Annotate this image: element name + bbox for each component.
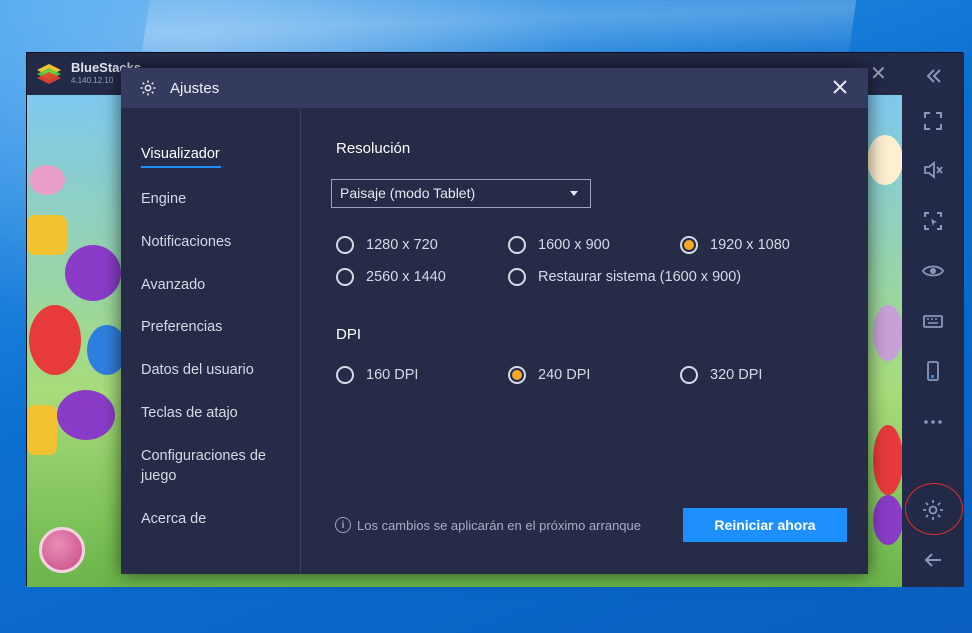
radio-button-selected — [508, 366, 526, 384]
restart-now-button[interactable]: Reiniciar ahora — [683, 508, 847, 542]
radio-label: Restaurar sistema (1600 x 900) — [538, 269, 742, 285]
nav-item-acerca-de[interactable]: Acerca de — [141, 509, 291, 529]
candy-decoration — [873, 425, 902, 495]
candy-decoration — [873, 495, 902, 545]
dialog-header: Ajustes — [121, 68, 868, 108]
nav-item-configuraciones-juego[interactable]: Configuraciones de juego — [141, 446, 281, 486]
radio-button — [336, 236, 354, 254]
notice-text: Los cambios se aplicarán en el próximo a… — [357, 517, 641, 533]
screenshot-select-icon[interactable] — [920, 208, 946, 234]
nav-item-visualizador[interactable]: Visualizador — [141, 144, 291, 168]
dialog-title: Ajustes — [170, 80, 220, 97]
radio-label: 240 DPI — [538, 367, 591, 383]
radio-button — [680, 366, 698, 384]
settings-nav: Visualizador Engine Notificaciones Avanz… — [121, 108, 301, 574]
back-arrow-icon[interactable] — [920, 547, 946, 573]
orientation-select-value: Paisaje (modo Tablet) — [340, 185, 476, 201]
close-icon[interactable] — [829, 76, 851, 98]
radio-res-2560x1440[interactable]: 2560 x 1440 — [336, 268, 446, 286]
candy-decoration — [27, 405, 57, 455]
game-settings-button[interactable] — [39, 527, 85, 573]
radio-res-1920x1080[interactable]: 1920 x 1080 — [680, 236, 790, 254]
bluestacks-logo-icon — [37, 64, 61, 84]
candy-decoration — [57, 390, 115, 440]
radio-label: 1600 x 900 — [538, 237, 610, 253]
radio-label: 320 DPI — [710, 367, 763, 383]
info-icon: i — [335, 517, 351, 533]
settings-content: Resolución Paisaje (modo Tablet) 1280 x … — [302, 108, 868, 574]
radio-res-restore-system[interactable]: Restaurar sistema (1600 x 900) — [508, 268, 741, 286]
radio-dpi-160[interactable]: 160 DPI — [336, 366, 418, 384]
nav-item-avanzado[interactable]: Avanzado — [141, 275, 291, 295]
chevron-down-icon — [570, 191, 578, 196]
candy-decoration — [65, 245, 121, 301]
candy-decoration — [27, 215, 67, 255]
gear-icon — [140, 80, 156, 96]
orientation-select[interactable]: Paisaje (modo Tablet) — [331, 179, 591, 208]
radio-button — [508, 236, 526, 254]
restart-notice: i Los cambios se aplicarán en el próximo… — [335, 517, 641, 533]
settings-dialog: Ajustes Visualizador Engine Notificacion… — [121, 68, 868, 574]
volume-mute-icon[interactable] — [920, 157, 946, 183]
candy-decoration — [867, 135, 902, 185]
more-options-icon[interactable] — [920, 409, 946, 435]
radio-dpi-320[interactable]: 320 DPI — [680, 366, 762, 384]
candy-decoration — [29, 305, 81, 375]
nav-item-datos-usuario[interactable]: Datos del usuario — [141, 360, 291, 380]
candy-decoration — [29, 165, 65, 195]
collapse-sidebar-icon[interactable] — [920, 63, 946, 89]
window-close-icon[interactable]: ✕ — [870, 61, 887, 86]
radio-button-selected — [680, 236, 698, 254]
nav-item-preferencias[interactable]: Preferencias — [141, 317, 291, 337]
resolution-title: Resolución — [336, 140, 411, 157]
eye-icon[interactable] — [920, 258, 946, 284]
radio-button — [336, 366, 354, 384]
phone-rotate-icon[interactable] — [920, 358, 946, 384]
radio-button — [336, 268, 354, 286]
radio-dpi-240[interactable]: 240 DPI — [508, 366, 590, 384]
dpi-title: DPI — [336, 326, 362, 343]
radio-label: 1280 x 720 — [366, 237, 438, 253]
app-version: 4.140.12.10 — [71, 76, 114, 85]
candy-decoration — [873, 305, 902, 361]
radio-res-1280x720[interactable]: 1280 x 720 — [336, 236, 438, 254]
radio-res-1600x900[interactable]: 1600 x 900 — [508, 236, 610, 254]
keyboard-icon[interactable] — [920, 308, 946, 334]
radio-label: 2560 x 1440 — [366, 269, 446, 285]
radio-label: 1920 x 1080 — [710, 237, 790, 253]
nav-item-notificaciones[interactable]: Notificaciones — [141, 232, 291, 252]
nav-item-engine[interactable]: Engine — [141, 189, 291, 209]
radio-label: 160 DPI — [366, 367, 419, 383]
radio-button — [508, 268, 526, 286]
annotation-circle — [905, 483, 963, 535]
fullscreen-icon[interactable] — [920, 108, 946, 134]
nav-item-teclas-atajo[interactable]: Teclas de atajo — [141, 403, 291, 423]
